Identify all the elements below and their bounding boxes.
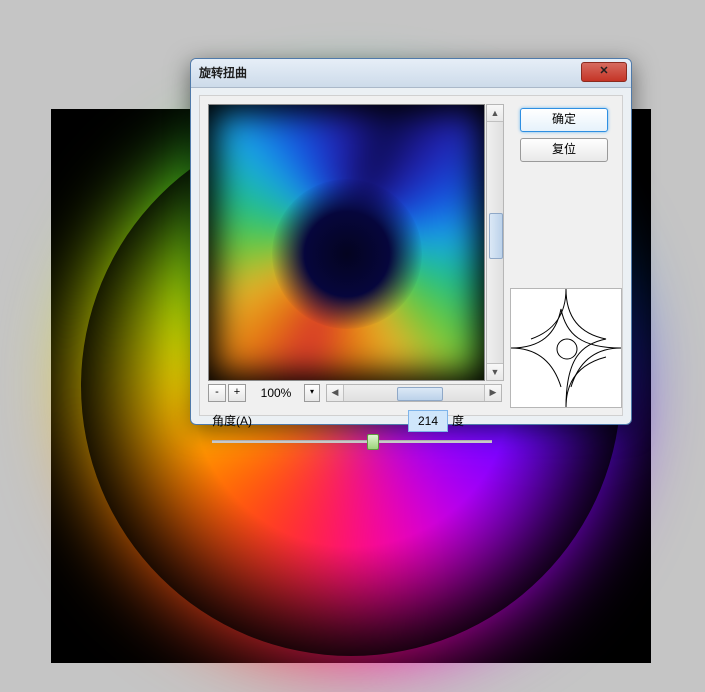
preview-vertical-scrollbar[interactable]: ▲ ▼ xyxy=(486,104,504,381)
dialog-titlebar[interactable]: 旋转扭曲 ✕ xyxy=(191,59,631,88)
angle-control-row: 角度(A) 度 xyxy=(208,410,502,450)
zoom-in-button[interactable]: + xyxy=(228,384,246,402)
slider-knob[interactable] xyxy=(367,434,379,450)
dialog-title: 旋转扭曲 xyxy=(199,66,247,80)
angle-input[interactable] xyxy=(408,410,448,432)
horizontal-scroll-thumb[interactable] xyxy=(397,387,443,401)
filter-preview[interactable] xyxy=(208,104,485,381)
vertical-scroll-thumb[interactable] xyxy=(489,213,503,259)
scroll-left-icon[interactable]: ◀ xyxy=(327,385,344,401)
angle-slider[interactable] xyxy=(212,434,492,448)
ok-button-label: 确定 xyxy=(552,112,576,126)
twirl-grid-thumbnail xyxy=(510,288,622,408)
dialog-content: ▲ ▼ - + ▾ ◀ ▶ 角度(A) 度 xyxy=(199,95,623,416)
ok-button[interactable]: 确定 xyxy=(520,108,608,132)
chevron-down-icon: ▾ xyxy=(310,387,314,396)
reset-button[interactable]: 复位 xyxy=(520,138,608,162)
scroll-right-icon[interactable]: ▶ xyxy=(484,385,501,401)
angle-unit-label: 度 xyxy=(452,412,464,429)
zoom-out-button[interactable]: - xyxy=(208,384,226,402)
close-button[interactable]: ✕ xyxy=(581,62,627,82)
zoom-dropdown-button[interactable]: ▾ xyxy=(304,384,320,402)
swirl-wireframe-icon xyxy=(511,289,621,407)
twirl-dialog: 旋转扭曲 ✕ ▲ ▼ - + ▾ xyxy=(190,58,632,425)
app-background: 旋转扭曲 ✕ ▲ ▼ - + ▾ xyxy=(0,0,705,692)
slider-track xyxy=(212,440,492,443)
zoom-controls: - + ▾ ◀ ▶ xyxy=(208,384,502,402)
reset-button-label: 复位 xyxy=(552,142,576,156)
zoom-value-field[interactable] xyxy=(248,384,304,402)
scroll-up-icon[interactable]: ▲ xyxy=(487,105,503,122)
preview-horizontal-scrollbar[interactable]: ◀ ▶ xyxy=(326,384,502,402)
angle-label: 角度(A) xyxy=(212,412,252,429)
swirl-dark-core xyxy=(272,179,422,329)
scroll-down-icon[interactable]: ▼ xyxy=(487,363,503,380)
close-icon: ✕ xyxy=(599,65,608,77)
